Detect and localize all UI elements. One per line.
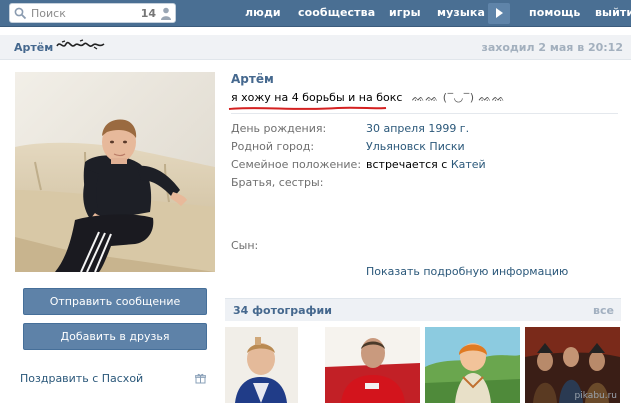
nav-people[interactable]: люди: [245, 6, 281, 19]
show-more-info-link[interactable]: Показать подробную информацию: [366, 265, 568, 278]
user-icon[interactable]: [160, 7, 172, 20]
watermark: pikabu.ru: [574, 391, 617, 401]
profile-header-name: Артём: [14, 41, 54, 54]
profile-header: Артём заходил 2 мая в 20:12: [0, 35, 631, 60]
congratulate-link[interactable]: Поздравить с Пасхой: [20, 372, 143, 385]
info-value-relationship: встречается с Катей: [366, 158, 486, 171]
music-play-button[interactable]: [488, 3, 510, 24]
last-seen: заходил 2 мая в 20:12: [481, 41, 623, 54]
avatar-photo: [15, 72, 215, 272]
nav-games[interactable]: игры: [389, 6, 421, 19]
nav-communities[interactable]: сообщества: [298, 6, 375, 19]
play-icon: [496, 8, 503, 18]
send-message-button[interactable]: Отправить сообщение: [23, 288, 207, 315]
add-friend-button[interactable]: Добавить в друзья: [23, 323, 207, 350]
photo-thumbnail-3[interactable]: [425, 327, 520, 403]
top-nav-bar: Поиск 14 люди сообщества игры музыка пом…: [0, 0, 631, 27]
status-text: я хожу на 4 борьбы и на бокс: [231, 91, 403, 104]
info-label-hometown: Родной город:: [231, 140, 315, 153]
info-value-birthday[interactable]: 30 апреля 1999 г.: [366, 122, 469, 135]
status-red-underline: [228, 106, 387, 110]
profile-status[interactable]: я хожу на 4 борьбы и на бокс ᨐᨐ (‾◡‾) ᨐᨐ: [231, 91, 505, 105]
nav-logout[interactable]: выйти: [595, 6, 631, 19]
status-emoticon: ᨐᨐ (‾◡‾) ᨐᨐ: [411, 91, 506, 104]
photos-all-link[interactable]: все: [593, 304, 614, 317]
info-label-siblings: Братья, сестры:: [231, 176, 324, 189]
photo-thumbnail-2[interactable]: [325, 327, 420, 403]
photo-thumbnail-4[interactable]: pikabu.ru: [525, 327, 620, 403]
info-label-son: Сын:: [231, 239, 259, 252]
search-placeholder: Поиск: [31, 7, 66, 20]
relationship-partner-link[interactable]: Катей: [451, 158, 486, 171]
search-box[interactable]: Поиск 14: [9, 3, 176, 23]
divider: [231, 113, 618, 114]
profile-name: Артём: [231, 72, 274, 86]
search-icon: [14, 7, 27, 20]
gift-icon[interactable]: [195, 373, 206, 384]
info-value-hometown[interactable]: Ульяновск Писки: [366, 140, 465, 153]
info-label-birthday: День рождения:: [231, 122, 327, 135]
photos-header: 34 фотографии все: [225, 298, 621, 321]
relationship-prefix: встречается с: [366, 158, 451, 171]
nav-music[interactable]: музыка: [437, 6, 485, 19]
profile-avatar[interactable]: [15, 72, 215, 272]
photo-thumbnail-1[interactable]: [225, 327, 298, 403]
info-label-relationship: Семейное положение:: [231, 158, 362, 171]
surname-scribble: [56, 39, 105, 50]
search-count: 14: [140, 7, 156, 20]
photos-title[interactable]: 34 фотографии: [233, 304, 332, 317]
nav-help[interactable]: помощь: [529, 6, 580, 19]
